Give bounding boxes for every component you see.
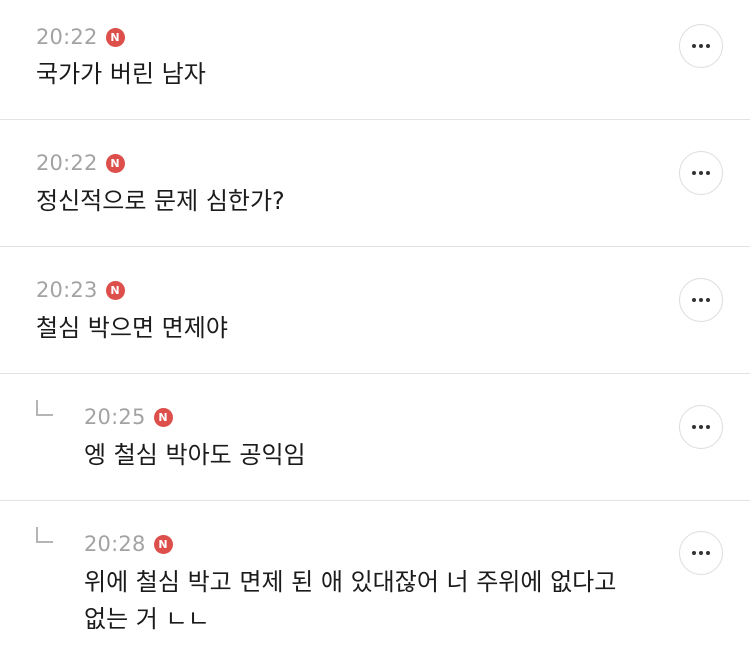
comment-time: 20:28 <box>84 532 146 556</box>
comment-meta: 20:28 N <box>84 531 173 557</box>
new-badge: N <box>153 407 173 427</box>
comment-text: 정신적으로 문제 심한가? <box>36 187 285 215</box>
dot-icon <box>692 171 696 175</box>
dot-icon <box>699 425 703 429</box>
dot-icon <box>706 171 710 175</box>
more-options-button[interactable] <box>679 278 723 322</box>
new-badge: N <box>105 153 125 173</box>
comment-time: 20:23 <box>36 278 98 302</box>
comment-item: 20:22 N 정신적으로 문제 심한가? <box>0 120 750 247</box>
comment-meta: 20:22 N <box>36 150 125 176</box>
dot-icon <box>706 425 710 429</box>
comment-text: 철심 박으면 면제야 <box>36 314 228 342</box>
reply-arrow-icon <box>36 527 53 543</box>
comment-text: 엥 철심 박아도 공익임 <box>84 441 306 469</box>
dot-icon <box>699 171 703 175</box>
comment-meta: 20:25 N <box>84 404 173 430</box>
reply-comment-item: 20:28 N 위에 철심 박고 면제 된 애 있대잖어 너 주위에 없다고 없… <box>0 501 750 647</box>
more-options-button[interactable] <box>679 151 723 195</box>
reply-comment-item: 20:25 N 엥 철심 박아도 공익임 <box>0 374 750 501</box>
comment-meta: 20:22 N <box>36 24 125 50</box>
comment-item: 20:22 N 국가가 버린 남자 <box>0 0 750 120</box>
comment-text: 위에 철심 박고 면제 된 애 있대잖어 너 주위에 없다고 없는 거 ㄴㄴ <box>84 568 617 633</box>
dot-icon <box>699 298 703 302</box>
reply-arrow-icon <box>36 400 53 416</box>
comment-time: 20:22 <box>36 25 98 49</box>
more-options-button[interactable] <box>679 405 723 449</box>
new-badge: N <box>105 280 125 300</box>
more-options-button[interactable] <box>679 24 723 68</box>
comment-time: 20:25 <box>84 405 146 429</box>
dot-icon <box>692 551 696 555</box>
comment-text: 국가가 버린 남자 <box>36 60 206 88</box>
dot-icon <box>692 298 696 302</box>
comment-time: 20:22 <box>36 151 98 175</box>
dot-icon <box>706 44 710 48</box>
dot-icon <box>706 298 710 302</box>
comment-meta: 20:23 N <box>36 277 125 303</box>
more-options-button[interactable] <box>679 531 723 575</box>
new-badge: N <box>105 27 125 47</box>
comment-item: 20:23 N 철심 박으면 면제야 <box>0 247 750 374</box>
new-badge: N <box>153 534 173 554</box>
dot-icon <box>699 44 703 48</box>
dot-icon <box>692 44 696 48</box>
dot-icon <box>706 551 710 555</box>
dot-icon <box>692 425 696 429</box>
dot-icon <box>699 551 703 555</box>
